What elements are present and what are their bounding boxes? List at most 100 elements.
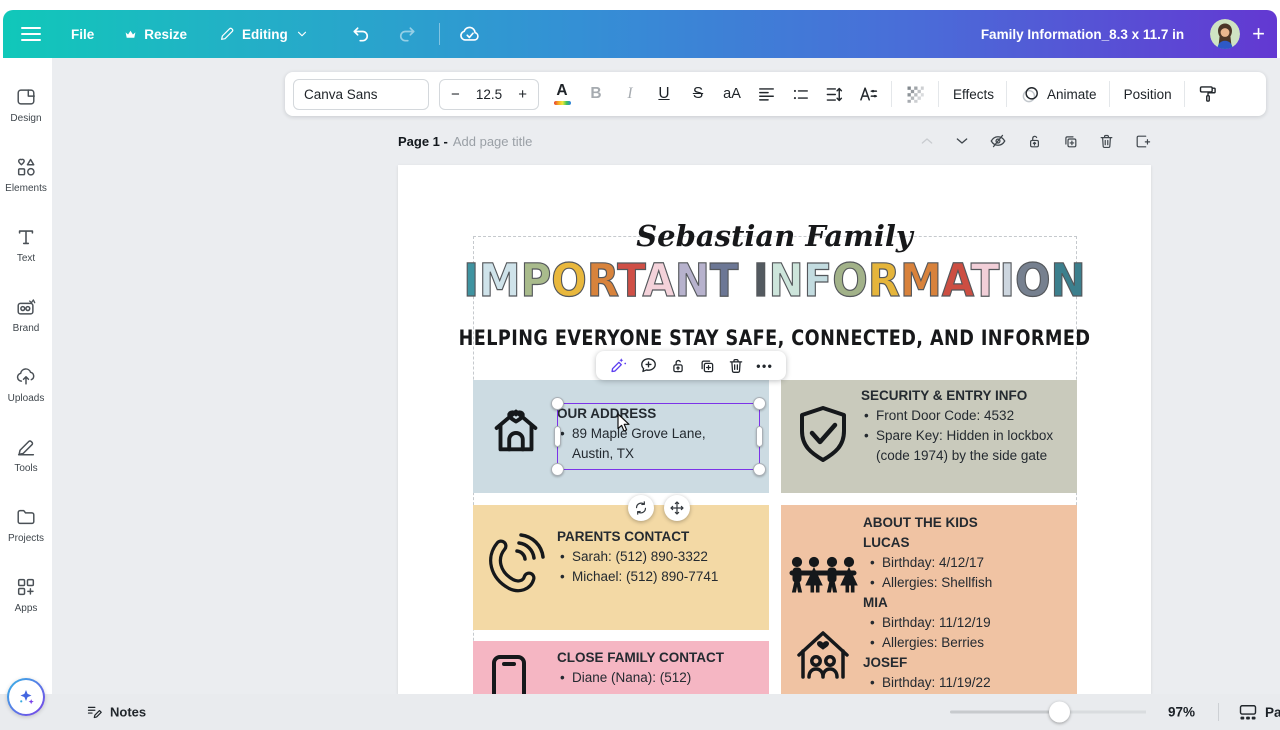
sidebar-item-elements[interactable]: Elements xyxy=(0,140,52,210)
line-spacing-icon[interactable] xyxy=(823,78,845,110)
redo-icon[interactable] xyxy=(397,24,417,44)
create-design-button[interactable]: + xyxy=(1252,23,1265,45)
pages-button[interactable]: Pa xyxy=(1238,702,1280,722)
resize-button[interactable]: Resize xyxy=(124,27,187,42)
close-family-text[interactable]: CLOSE FAMILY CONTACT Diane (Nana): (512) xyxy=(557,648,757,688)
toolbar-divider xyxy=(1183,81,1185,107)
strikethrough-button[interactable]: S xyxy=(687,78,709,110)
transparency-icon[interactable] xyxy=(904,78,926,110)
main-title[interactable]: IMPORTANT INFORMATION xyxy=(424,254,1124,307)
underline-button[interactable]: U xyxy=(653,78,675,110)
cloud-saved-icon xyxy=(458,24,482,44)
house-family-icon xyxy=(791,617,855,681)
letter-spacing-icon[interactable] xyxy=(857,78,879,110)
move-page-down-icon[interactable] xyxy=(954,133,970,149)
selection-handle-nw[interactable] xyxy=(551,397,564,410)
family-paper-dolls-icon xyxy=(787,555,859,599)
card-security-entry-info[interactable]: SECURITY & ENTRY INFO Front Door Code: 4… xyxy=(781,380,1077,493)
animate-button[interactable]: Animate xyxy=(1021,85,1097,104)
text-case-button[interactable]: aA xyxy=(721,78,743,110)
sidebar-item-projects[interactable]: Projects xyxy=(0,490,52,560)
add-page-icon[interactable] xyxy=(1134,133,1151,150)
lock-page-icon[interactable] xyxy=(1026,133,1043,150)
duplicate-page-icon[interactable] xyxy=(1062,133,1079,150)
font-size-decrease-button[interactable]: − xyxy=(451,86,460,103)
selection-handle-east[interactable] xyxy=(756,426,763,447)
topbar-divider xyxy=(438,23,440,45)
comment-icon[interactable] xyxy=(639,356,658,375)
text-icon xyxy=(15,226,37,248)
design-canvas-page[interactable]: Sebastian Family IMPORTANT INFORMATION H… xyxy=(398,165,1151,694)
card-close-family-contact[interactable]: CLOSE FAMILY CONTACT Diane (Nana): (512) xyxy=(473,641,769,694)
selection-handle-ne[interactable] xyxy=(753,397,766,410)
font-size-value[interactable]: 12.5 xyxy=(476,87,502,102)
design-icon xyxy=(15,86,37,108)
card-parents-contact[interactable]: PARENTS CONTACT Sarah: (512) 890-3322 Mi… xyxy=(473,505,769,630)
smartphone-icon xyxy=(487,653,531,694)
sidebar-item-tools[interactable]: Tools xyxy=(0,420,52,490)
duplicate-icon[interactable] xyxy=(698,357,716,375)
selection-handle-west[interactable] xyxy=(554,426,561,447)
text-color-button[interactable]: A xyxy=(551,78,573,110)
font-family-selector[interactable]: Canva Sans xyxy=(293,78,429,110)
magic-edit-icon[interactable] xyxy=(609,356,628,375)
text-selection-box[interactable] xyxy=(551,397,766,476)
zoom-level[interactable]: 97% xyxy=(1168,705,1195,720)
delete-page-icon[interactable] xyxy=(1098,133,1115,150)
shield-check-icon xyxy=(791,402,855,466)
editing-mode-dropdown[interactable]: Editing xyxy=(219,26,309,42)
user-avatar[interactable] xyxy=(1210,19,1241,49)
bullet-list-icon[interactable] xyxy=(789,78,811,110)
more-options-icon[interactable]: ••• xyxy=(756,359,773,373)
trash-icon[interactable] xyxy=(727,357,745,375)
security-text[interactable]: SECURITY & ENTRY INFO Front Door Code: 4… xyxy=(861,386,1054,466)
sidebar-item-apps[interactable]: Apps xyxy=(0,560,52,630)
pages-grid-icon xyxy=(1238,702,1258,722)
selection-handle-se[interactable] xyxy=(753,463,766,476)
sidebar: Design Elements Text Brand Uploads Tools… xyxy=(0,58,52,694)
sidebar-item-text[interactable]: Text xyxy=(0,210,52,280)
bold-button[interactable]: B xyxy=(585,78,607,110)
rotate-handle-icon[interactable] xyxy=(628,495,654,521)
text-align-icon[interactable] xyxy=(755,78,777,110)
zoom-slider-handle[interactable] xyxy=(1049,701,1070,723)
apps-icon xyxy=(15,576,37,598)
top-bar: File Resize Editing Family Information_8… xyxy=(3,10,1277,58)
sidebar-item-uploads[interactable]: Uploads xyxy=(0,350,52,420)
document-title[interactable]: Family Information_8.3 x 11.7 in xyxy=(981,27,1184,42)
kids-text[interactable]: ABOUT THE KIDS LUCAS Birthday: 4/12/17 A… xyxy=(863,513,1068,693)
sidebar-item-design[interactable]: Design xyxy=(0,70,52,140)
move-handle-icon[interactable] xyxy=(664,495,690,521)
parents-text[interactable]: PARENTS CONTACT Sarah: (512) 890-3322 Mi… xyxy=(557,527,762,587)
sidebar-item-brand[interactable]: Brand xyxy=(0,280,52,350)
lock-icon[interactable] xyxy=(669,357,687,375)
card-about-the-kids[interactable]: ABOUT THE KIDS LUCAS Birthday: 4/12/17 A… xyxy=(781,505,1077,694)
zoom-slider-track-rest xyxy=(1060,710,1146,713)
tools-pen-icon xyxy=(15,436,37,458)
canva-assistant-button[interactable] xyxy=(7,678,45,716)
page-title-input[interactable]: Add page title xyxy=(453,134,533,149)
selection-handle-sw[interactable] xyxy=(551,463,564,476)
font-size-stepper: − 12.5 + xyxy=(439,78,539,110)
undo-icon[interactable] xyxy=(351,24,371,44)
file-menu-button[interactable]: File xyxy=(71,27,94,42)
hide-page-icon[interactable] xyxy=(989,132,1007,150)
effects-button[interactable]: Effects xyxy=(953,87,994,102)
position-button[interactable]: Position xyxy=(1124,87,1172,102)
toolbar-divider xyxy=(1006,81,1008,107)
notes-button[interactable]: Notes xyxy=(86,704,146,721)
family-script-title[interactable]: Sebastian Family xyxy=(398,219,1151,253)
hamburger-menu-icon[interactable] xyxy=(19,22,43,46)
move-page-up-icon[interactable] xyxy=(919,133,935,149)
house-heart-icon xyxy=(485,398,547,460)
rainbow-color-bar xyxy=(553,100,571,105)
subtitle-text[interactable]: HELPING EVERYONE STAY SAFE, CONNECTED, A… xyxy=(458,326,1091,350)
brand-kit-icon xyxy=(15,296,37,318)
toolbar-divider xyxy=(938,81,939,107)
zoom-slider[interactable] xyxy=(950,701,1146,723)
italic-button[interactable]: I xyxy=(619,78,641,110)
paint-roller-icon[interactable] xyxy=(1197,78,1219,110)
pencil-icon xyxy=(219,26,235,42)
font-size-increase-button[interactable]: + xyxy=(518,86,527,103)
chevron-down-icon xyxy=(295,27,309,41)
